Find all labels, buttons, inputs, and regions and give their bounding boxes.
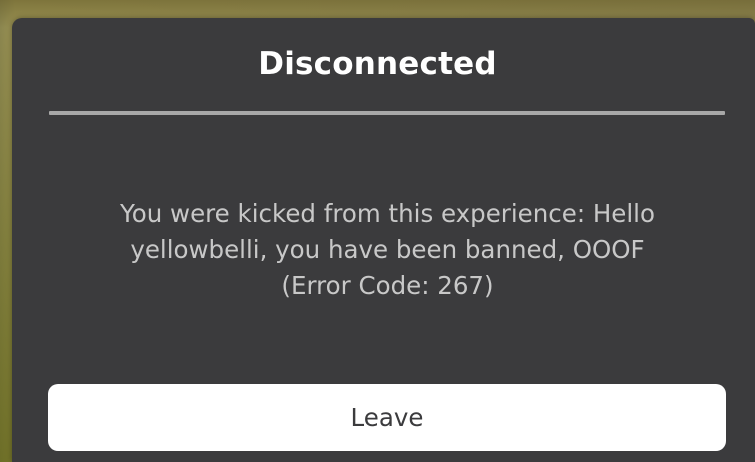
kick-message: You were kicked from this experience: He… — [80, 196, 695, 304]
kick-message-line: yellowbelli, you have been banned, OOOF — [130, 235, 645, 264]
kick-message-line: You were kicked from this experience: He… — [120, 199, 655, 228]
dialog-title: Disconnected — [258, 46, 497, 82]
leave-button[interactable]: Leave — [48, 384, 726, 451]
title-divider — [49, 111, 725, 115]
error-code-line: (Error Code: 267) — [281, 271, 494, 300]
